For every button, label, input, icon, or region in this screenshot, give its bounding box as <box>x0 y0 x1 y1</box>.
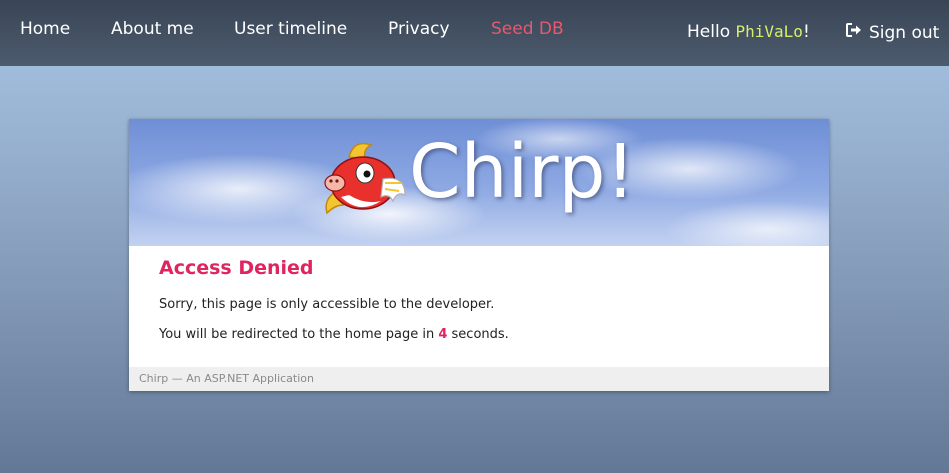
flying-fish-mascot-icon <box>319 139 409 225</box>
denied-message: Sorry, this page is only accessible to t… <box>159 297 495 312</box>
greeting-suffix: ! <box>802 22 810 42</box>
top-navbar: Home About me User timeline Privacy Seed… <box>0 0 949 66</box>
chirp-banner: Chirp! <box>129 119 829 246</box>
footer-text: Chirp — An ASP.NET Application <box>139 372 314 385</box>
page-title: Access Denied <box>159 257 314 279</box>
nav-seed-db-link[interactable]: Seed DB <box>491 19 564 39</box>
greeting: Hello PhiVaLo! <box>687 22 810 42</box>
sign-out-icon <box>845 22 863 43</box>
greeting-prefix: Hello <box>687 22 736 42</box>
sign-out-label: Sign out <box>869 22 940 43</box>
page-content: Access Denied Sorry, this page is only a… <box>159 257 799 342</box>
nav-about-link[interactable]: About me <box>111 19 194 39</box>
username: PhiVaLo <box>735 22 803 41</box>
nav-home-link[interactable]: Home <box>20 19 70 39</box>
nav-user-timeline-link[interactable]: User timeline <box>234 19 347 39</box>
banner-title: Chirp! <box>409 129 636 215</box>
sign-out-button[interactable]: Sign out <box>845 22 939 43</box>
redirect-message: You will be redirected to the home page … <box>159 327 509 342</box>
redirect-suffix: seconds. <box>447 327 509 342</box>
nav-privacy-link[interactable]: Privacy <box>388 19 450 39</box>
redirect-prefix: You will be redirected to the home page … <box>159 327 439 342</box>
page-footer: Chirp — An ASP.NET Application <box>129 367 829 391</box>
main-card: Chirp! Access Denied Sorry, this page is… <box>129 119 829 391</box>
